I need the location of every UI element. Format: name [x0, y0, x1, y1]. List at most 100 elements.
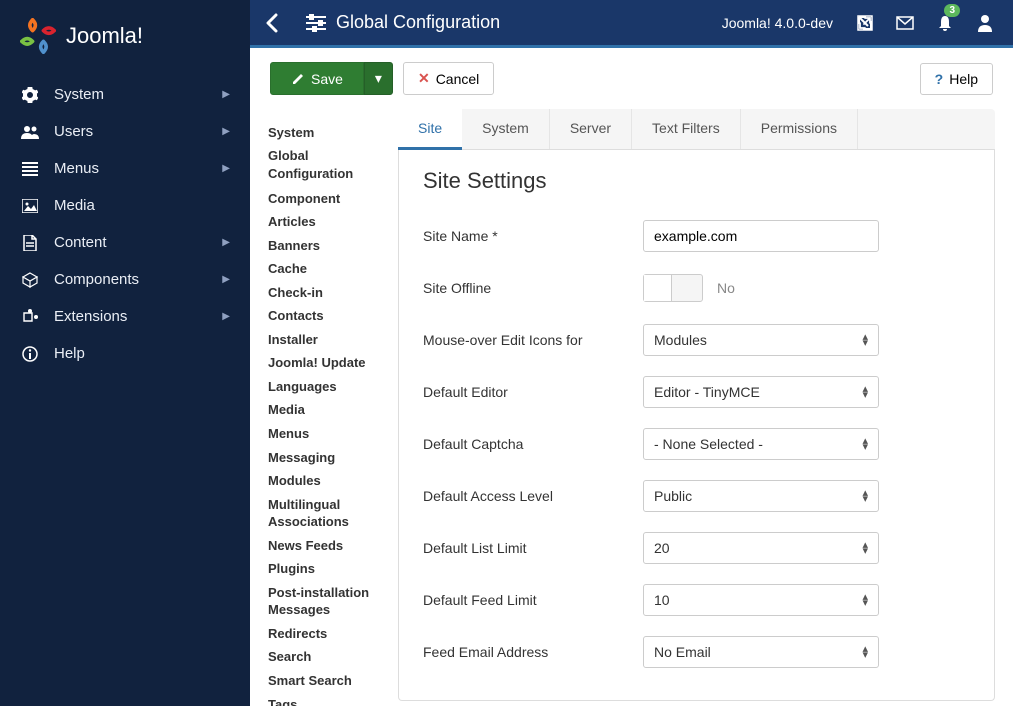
default-feed-limit-value: 10: [654, 592, 670, 608]
component-list-item[interactable]: Smart Search: [268, 669, 380, 693]
component-list-item[interactable]: Search: [268, 645, 380, 669]
mouseover-select[interactable]: Modules ▴▾: [643, 324, 879, 356]
updown-icon: ▴▾: [862, 542, 868, 554]
component-sidebar: System Global Configuration Component Ar…: [250, 109, 380, 706]
save-button-label: Save: [311, 71, 343, 87]
component-list-item[interactable]: Modules: [268, 469, 380, 493]
close-icon: ✕: [418, 70, 430, 87]
sidebar-item-label: Media: [54, 197, 230, 214]
cancel-button-label: Cancel: [436, 71, 480, 87]
sidebar-item-label: Users: [54, 123, 222, 140]
component-list-item[interactable]: Contacts: [268, 304, 380, 328]
sidebar-item-label: System: [54, 86, 222, 103]
site-name-input[interactable]: [643, 220, 879, 252]
tab-site[interactable]: Site: [398, 109, 462, 150]
component-list-item[interactable]: Languages: [268, 375, 380, 399]
feed-email-select[interactable]: No Email ▴▾: [643, 636, 879, 668]
component-list-item[interactable]: Articles: [268, 210, 380, 234]
site-offline-value: No: [717, 280, 735, 296]
edit-icon: [291, 72, 305, 86]
tab-text-filters[interactable]: Text Filters: [632, 109, 741, 149]
default-list-limit-select[interactable]: 20 ▴▾: [643, 532, 879, 564]
component-list-item[interactable]: Media: [268, 398, 380, 422]
updown-icon: ▴▾: [862, 386, 868, 398]
panel-heading: Site Settings: [423, 168, 970, 194]
notification-badge: 3: [944, 4, 960, 17]
back-button[interactable]: [250, 0, 294, 47]
list-icon: [20, 162, 40, 176]
sidebar-item-label: Menus: [54, 160, 222, 177]
image-icon: [20, 199, 40, 213]
chevron-right-icon: ▶: [222, 126, 230, 137]
mouseover-value: Modules: [654, 332, 707, 348]
config-tabs: SiteSystemServerText FiltersPermissions: [398, 109, 995, 150]
mail-icon[interactable]: [885, 0, 925, 47]
component-list-item[interactable]: Redirects: [268, 622, 380, 646]
updown-icon: ▴▾: [862, 438, 868, 450]
joomla-logo-icon: [20, 18, 56, 54]
sidebar-item-menus[interactable]: Menus▶: [0, 150, 250, 187]
user-icon[interactable]: [965, 0, 1005, 47]
sidebar-item-label: Help: [54, 345, 230, 362]
bell-icon[interactable]: 3: [925, 0, 965, 47]
field-label-mouseover: Mouse-over Edit Icons for: [423, 332, 643, 348]
chevron-right-icon: ▶: [222, 274, 230, 285]
sidebar-item-extensions[interactable]: Extensions▶: [0, 298, 250, 335]
help-button[interactable]: ? Help: [920, 63, 993, 95]
help-button-label: Help: [949, 71, 978, 87]
brand-name: Joomla!: [66, 23, 143, 49]
component-list-item[interactable]: Multilingual Associations: [268, 493, 380, 534]
sidebar-item-users[interactable]: Users▶: [0, 113, 250, 150]
sidebar-item-help[interactable]: Help: [0, 335, 250, 372]
settings-panel: Site Settings Site Name * Site Offline: [398, 150, 995, 701]
tab-system[interactable]: System: [462, 109, 550, 149]
component-list-item[interactable]: Messaging: [268, 446, 380, 470]
version-label[interactable]: Joomla! 4.0.0-dev: [722, 15, 833, 31]
updown-icon: ▴▾: [862, 490, 868, 502]
default-access-select[interactable]: Public ▴▾: [643, 480, 879, 512]
topbar: Global Configuration Joomla! 4.0.0-dev 3: [250, 0, 1013, 48]
default-list-limit-value: 20: [654, 540, 670, 556]
external-link-icon[interactable]: [845, 0, 885, 47]
chevron-right-icon: ▶: [222, 237, 230, 248]
default-editor-select[interactable]: Editor - TinyMCE ▴▾: [643, 376, 879, 408]
brand-logo[interactable]: Joomla!: [0, 0, 250, 76]
info-icon: [20, 346, 40, 362]
tab-permissions[interactable]: Permissions: [741, 109, 858, 149]
component-list-item[interactable]: Tags: [268, 693, 380, 706]
field-label-default-feed-limit: Default Feed Limit: [423, 592, 643, 608]
default-editor-value: Editor - TinyMCE: [654, 384, 760, 400]
component-list-item[interactable]: Cache: [268, 257, 380, 281]
save-dropdown-button[interactable]: ▾: [364, 62, 393, 95]
users-icon: [20, 125, 40, 139]
sidebar-item-media[interactable]: Media: [0, 187, 250, 224]
sidebar-item-components[interactable]: Components▶: [0, 261, 250, 298]
caret-down-icon: ▾: [375, 70, 382, 87]
component-list-item[interactable]: Banners: [268, 234, 380, 258]
component-list-item[interactable]: Menus: [268, 422, 380, 446]
chevron-right-icon: ▶: [222, 163, 230, 174]
component-list-item[interactable]: Joomla! Update: [268, 351, 380, 375]
component-list-item[interactable]: News Feeds: [268, 534, 380, 558]
default-feed-limit-select[interactable]: 10 ▴▾: [643, 584, 879, 616]
component-list-heading-system: System: [268, 125, 380, 140]
site-offline-toggle[interactable]: [643, 274, 703, 302]
field-label-default-list-limit: Default List Limit: [423, 540, 643, 556]
component-list-item[interactable]: Post-installation Messages: [268, 581, 380, 622]
component-list-item[interactable]: Global Configuration: [268, 144, 380, 185]
chevron-right-icon: ▶: [222, 89, 230, 100]
sidebar-item-system[interactable]: System▶: [0, 76, 250, 113]
field-label-default-access: Default Access Level: [423, 488, 643, 504]
sidebar-item-content[interactable]: Content▶: [0, 224, 250, 261]
cancel-button[interactable]: ✕ Cancel: [403, 62, 494, 95]
component-list-item[interactable]: Plugins: [268, 557, 380, 581]
action-toolbar: Save ▾ ✕ Cancel ? Help: [250, 48, 1013, 109]
feed-email-value: No Email: [654, 644, 711, 660]
tab-server[interactable]: Server: [550, 109, 632, 149]
default-captcha-value: - None Selected -: [654, 436, 763, 452]
default-captcha-select[interactable]: - None Selected - ▴▾: [643, 428, 879, 460]
save-button[interactable]: Save: [270, 62, 364, 95]
gear-icon: [20, 87, 40, 103]
component-list-item[interactable]: Check-in: [268, 281, 380, 305]
component-list-item[interactable]: Installer: [268, 328, 380, 352]
